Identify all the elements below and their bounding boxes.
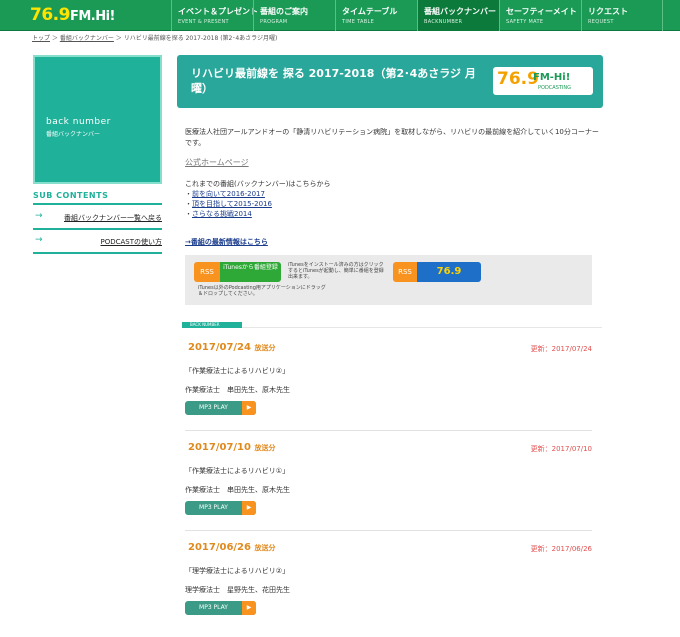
past-program-link[interactable]: さらなる挑戦2014 <box>192 210 252 218</box>
nav-event-present[interactable]: イベント＆プレゼント EVENT & PRESENT <box>171 0 258 31</box>
logo-podcasting: PODCASTING <box>538 85 572 91</box>
arrow-right-icon: → <box>35 235 43 245</box>
play-label: MP3 PLAY <box>199 504 228 511</box>
sidebar-item-podcast-howto[interactable]: → PODCASTの使い方 <box>33 230 162 254</box>
nav-sublabel: REQUEST <box>588 19 614 25</box>
past-program-item: ・頂を目指して2015-2016 <box>185 200 272 208</box>
episode-divider <box>185 430 592 431</box>
podcasting-logo: 76.9 FM-Hi! PODCASTING <box>493 67 593 95</box>
official-homepage-link[interactable]: 公式ホームページ <box>185 157 249 168</box>
rss-feed-button[interactable]: RSS 76.9 <box>393 262 481 282</box>
past-program-item: ・前を向いて2016-2017 <box>185 190 265 198</box>
breadcrumb-current: リハビリ最前線を探る 2017-2018 (第2･4あさラジ月曜) <box>123 35 278 42</box>
nav-label: タイムテーブル <box>342 7 398 16</box>
nav-label: イベント＆プレゼント <box>178 7 258 16</box>
nav-label: 番組のご案内 <box>260 7 308 16</box>
logo-text: FM.Hi! <box>69 9 116 24</box>
nav-label: 番組バックナンバー <box>424 7 496 16</box>
play-icon: ▶ <box>242 401 256 415</box>
episode-title: 「理学療法士によるリハビリ②」 <box>185 567 290 575</box>
back-number-label: BACK NUMBER <box>182 322 242 328</box>
site-logo[interactable]: 76.9FM.Hi! <box>30 5 115 25</box>
latest-info-link[interactable]: →番組の最新情報はこちら <box>185 237 268 247</box>
past-program-item: ・さらなる挑戦2014 <box>185 210 252 218</box>
nav-sublabel: PROGRAM <box>260 19 288 25</box>
episode-date-suffix: 放送分 <box>254 344 276 352</box>
sidebar-item-label: 番組バックナンバー一覧へ戻る <box>64 214 162 222</box>
site-header: 76.9FM.Hi! イベント＆プレゼント EVENT & PRESENT 番組… <box>0 0 680 31</box>
other-app-note: iTunes以外のPodcasting用アプリケーションにドラッグ＆ドロップして… <box>198 285 326 297</box>
episode-updated: 更新：2017/07/24 <box>530 345 592 353</box>
nav-time-table[interactable]: タイムテーブル TIME TABLE <box>335 0 417 31</box>
past-programs-intro: これまでの番組(バックナンバー)はこちらから <box>185 180 331 188</box>
breadcrumb-section-link[interactable]: 番組バックナンバー <box>60 35 114 42</box>
logo-text: FM-Hi! <box>533 72 571 83</box>
nav-program[interactable]: 番組のご案内 PROGRAM <box>253 0 335 31</box>
back-number-divider: BACK NUMBER <box>182 322 602 328</box>
breadcrumb-home-link[interactable]: トップ <box>32 35 50 42</box>
nav-label: リクエスト <box>588 7 628 16</box>
episode-title: 「作業療法士によるリハビリ①」 <box>185 467 290 475</box>
nav-safety-mate[interactable]: セーフティーメイト SAFETY MATE <box>499 0 581 31</box>
nav-backnumber[interactable]: 番組バックナンバー BACKNUMBER <box>417 0 499 31</box>
hero-title: back number <box>46 117 111 127</box>
play-label: MP3 PLAY <box>199 604 228 611</box>
itunes-subscribe-button[interactable]: RSS iTunesから番組登録 <box>194 262 281 282</box>
episode-date-suffix: 放送分 <box>254 544 276 552</box>
hero-subtitle: 番組バックナンバー <box>46 131 101 138</box>
podcast-subscribe-box: RSS iTunesから番組登録 iTunesをインストール済みの方はクリックす… <box>185 255 592 305</box>
page-title: リハビリ最前線を 探る 2017-2018（第2･4あさラジ 月曜） <box>191 67 476 95</box>
itunes-note: iTunesをインストール済みの方はクリックするとiTunesが起動し、簡単に番… <box>288 262 384 280</box>
episode-guests: 理学療法士 星野先生、花田先生 <box>185 586 290 594</box>
episode-guests: 作業療法士 串田先生、原木先生 <box>185 386 290 394</box>
episode-guests: 作業療法士 串田先生、原木先生 <box>185 486 290 494</box>
episode-date: 2017/06/26 放送分 <box>188 542 275 553</box>
episode-updated: 更新：2017/07/10 <box>530 445 592 453</box>
past-program-link[interactable]: 頂を目指して2015-2016 <box>192 200 272 208</box>
sub-contents-heading: sub contents <box>33 191 162 205</box>
breadcrumb: トップ ＞ 番組バックナンバー ＞ リハビリ最前線を探る 2017-2018 (… <box>32 33 277 42</box>
sidebar-item-label: PODCASTの使い方 <box>100 238 162 246</box>
mp3-play-button[interactable]: MP3 PLAY ▶ <box>185 501 256 515</box>
nav-sublabel: EVENT & PRESENT <box>178 19 229 25</box>
past-program-link[interactable]: 前を向いて2016-2017 <box>192 190 265 198</box>
episode-date: 2017/07/24 放送分 <box>188 342 275 353</box>
arrow-right-icon: → <box>35 211 43 221</box>
nav-sublabel: SAFETY MATE <box>506 19 544 25</box>
episode-title: 「作業療法士によるリハビリ②」 <box>185 367 290 375</box>
logo-number: 76.9 <box>30 5 70 25</box>
episode-date: 2017/07/10 放送分 <box>188 442 275 453</box>
nav-sublabel: TIME TABLE <box>342 19 375 25</box>
nav-sublabel: BACKNUMBER <box>424 19 463 25</box>
mp3-play-button[interactable]: MP3 PLAY ▶ <box>185 401 256 415</box>
episode-date-value: 2017/06/26 <box>188 542 251 553</box>
breadcrumb-separator: ＞ <box>113 35 124 42</box>
play-icon: ▶ <box>242 501 256 515</box>
episode-updated: 更新：2017/06/26 <box>530 545 592 553</box>
episode-divider <box>185 530 592 531</box>
episode-date-suffix: 放送分 <box>254 444 276 452</box>
breadcrumb-separator: ＞ <box>50 35 60 42</box>
episode-date-value: 2017/07/10 <box>188 442 251 453</box>
main-nav: イベント＆プレゼント EVENT & PRESENT 番組のご案内 PROGRA… <box>171 0 663 31</box>
station-logo: 76.9 <box>417 262 481 282</box>
back-number-hero: back number 番組バックナンバー <box>33 55 162 184</box>
itunes-label: iTunesから番組登録 <box>220 262 281 282</box>
sidebar-item-backnumber-list[interactable]: → 番組バックナンバー一覧へ戻る <box>33 206 162 230</box>
mp3-play-button[interactable]: MP3 PLAY ▶ <box>185 601 256 615</box>
program-title-banner: リハビリ最前線を 探る 2017-2018（第2･4あさラジ 月曜） 76.9 … <box>177 55 603 108</box>
play-label: MP3 PLAY <box>199 404 228 411</box>
rss-icon: RSS <box>393 262 417 282</box>
play-icon: ▶ <box>242 601 256 615</box>
rss-icon: RSS <box>194 262 220 282</box>
nav-request[interactable]: リクエスト REQUEST <box>581 0 663 31</box>
nav-label: セーフティーメイト <box>506 7 577 16</box>
episode-date-value: 2017/07/24 <box>188 342 251 353</box>
program-description: 医療法人社団アールアンドオーの「静清リハビリテーション病院」を取材しながら、リハ… <box>185 128 599 147</box>
